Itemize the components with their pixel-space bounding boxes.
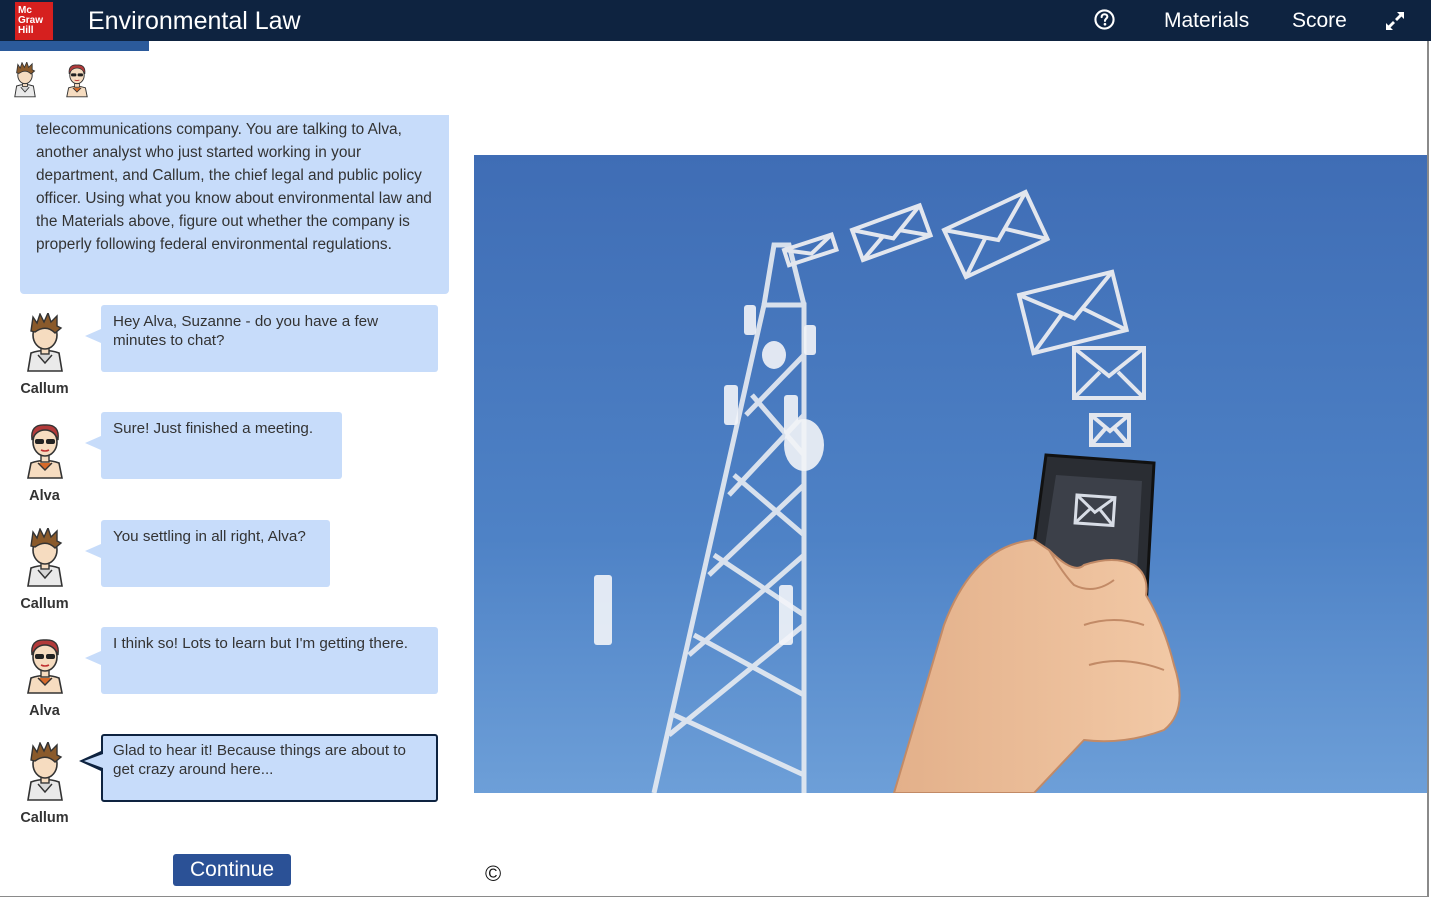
frame-border-bottom (0, 896, 1429, 897)
cell-tower-phone-messages-photo (474, 155, 1427, 793)
chat-message: Callum Hey Alva, Suzanne - do you have a… (0, 305, 450, 405)
female-avatar-sunglasses-icon (27, 639, 63, 694)
female-avatar-sunglasses-icon (27, 424, 63, 479)
chat-message: Alva Sure! Just finished a meeting. (0, 412, 450, 512)
frame-border-right (1427, 41, 1429, 897)
progress-indicator (0, 41, 149, 51)
female-avatar-sunglasses-icon (66, 64, 88, 98)
scenario-intro-text: telecommunications company. You are talk… (20, 115, 449, 294)
app-title: Environmental Law (88, 7, 301, 35)
male-avatar-icon (27, 528, 63, 587)
speaker-name: Callum (20, 381, 69, 397)
speaker-name: Callum (20, 596, 69, 612)
speaker-name: Callum (20, 810, 69, 826)
logo-line-3: Hill (18, 25, 34, 36)
chat-message: Alva I think so! Lots to learn but I'm g… (0, 627, 450, 727)
speech-bubble: Hey Alva, Suzanne - do you have a few mi… (85, 305, 438, 372)
materials-nav-link[interactable]: Materials (1164, 9, 1249, 33)
top-navigation-bar: Mc Graw Hill Environmental Law Materials… (0, 0, 1431, 41)
speaker-name: Alva (29, 703, 60, 719)
mcgraw-hill-logo: Mc Graw Hill (15, 2, 53, 40)
question-circle-icon[interactable] (1094, 9, 1115, 30)
speech-bubble: Sure! Just finished a meeting. (85, 412, 342, 479)
speech-bubble: I think so! Lots to learn but I'm gettin… (85, 627, 438, 694)
copyright-icon[interactable]: © (485, 861, 501, 887)
male-avatar-icon (14, 62, 36, 98)
continue-button[interactable]: Continue (173, 854, 291, 886)
male-avatar-icon (27, 313, 63, 372)
speaker-name: Alva (29, 488, 60, 504)
score-nav-link[interactable]: Score (1292, 9, 1347, 33)
male-avatar-icon (27, 742, 63, 801)
expand-arrows-icon[interactable] (1384, 10, 1406, 32)
speech-bubble: You settling in all right, Alva? (85, 520, 330, 587)
chat-message: Callum You settling in all right, Alva? (0, 520, 450, 620)
chat-message-current: Callum Glad to hear it! Because things a… (0, 734, 450, 834)
speech-bubble-active: Glad to hear it! Because things are abou… (79, 734, 438, 802)
